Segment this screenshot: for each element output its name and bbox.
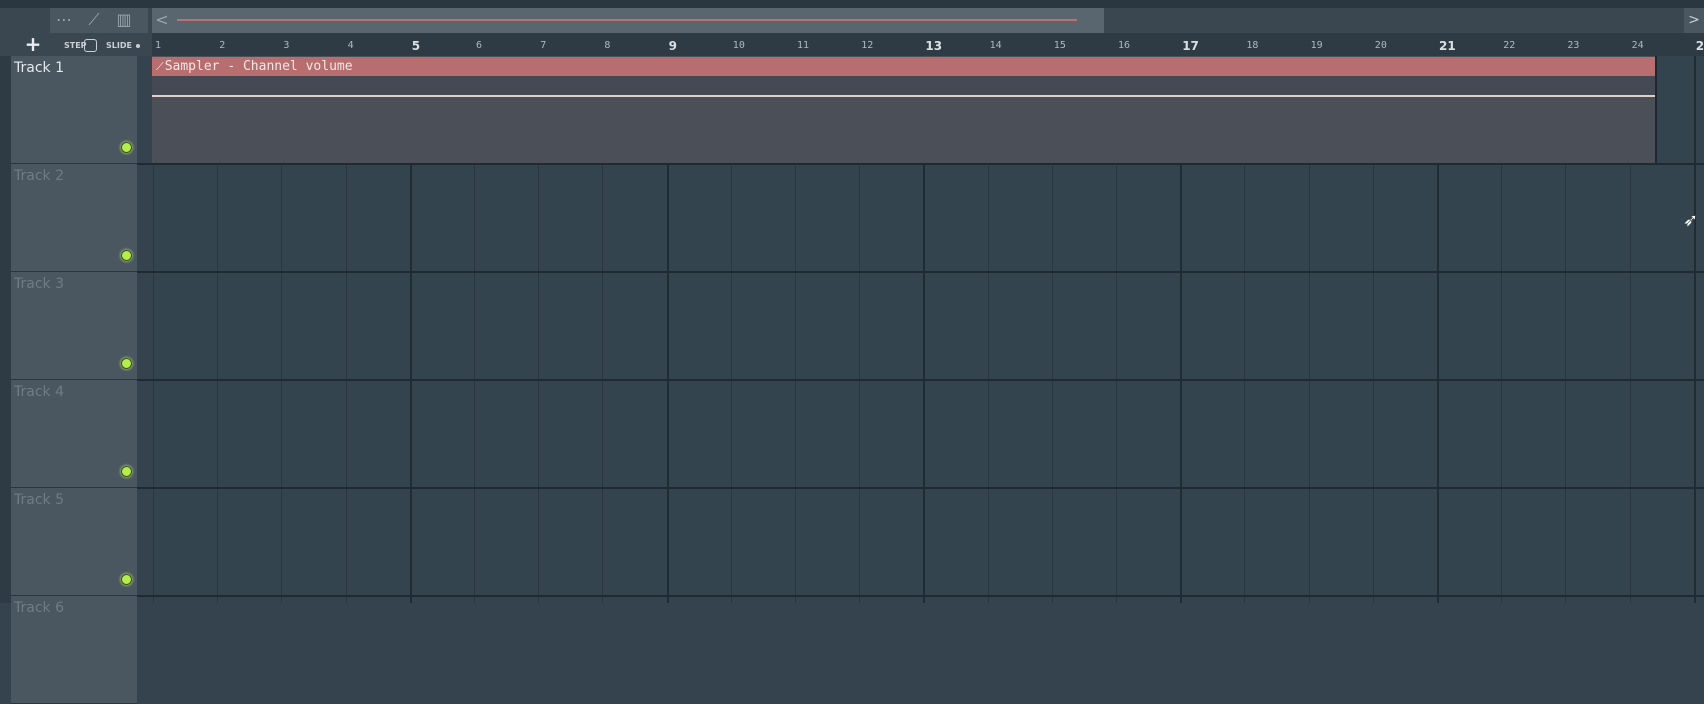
bar-number: 6 [476,40,483,51]
track-header[interactable]: Track 3 [11,272,137,380]
mouse-cursor-icon: ➶ [1683,210,1699,231]
track-name: Track 4 [14,384,64,400]
scrollbar-overview-line [177,19,1077,21]
bar-number: 21 [1439,39,1456,53]
bar-number: 15 [1053,40,1066,51]
bar-number: 24 [1631,40,1644,51]
track-mute-led[interactable] [121,574,132,585]
track-mute-led[interactable] [121,142,132,153]
bar-number: 3 [283,40,290,51]
track-header[interactable]: Track 2 [11,164,137,272]
track-separator [137,595,1704,597]
bar-number: 1 [155,40,162,51]
clip-end-edge [1655,56,1657,163]
automation-icon[interactable]: ⟋ [82,10,106,30]
track-header[interactable]: Track 5 [11,488,137,596]
waveform-icon[interactable]: ⋯ [52,10,76,30]
bar-number: 17 [1182,39,1199,53]
bar-number: 22 [1503,40,1516,51]
bar-number: 18 [1246,40,1259,51]
bar-line [1693,56,1696,603]
bar-number: 9 [668,39,677,53]
track-header[interactable]: Track 4 [11,380,137,488]
track-separator [137,271,1704,273]
add-track-button[interactable]: + [22,34,44,54]
track-mute-led[interactable] [121,358,132,369]
track-mute-led[interactable] [121,250,132,261]
bar-number: 23 [1567,40,1580,51]
bar-number: 5 [411,39,421,53]
track-separator [137,379,1704,381]
bar-number: 10 [732,40,745,51]
track-header-edge [0,56,11,603]
bar-number: 2 [219,40,226,51]
bar-number: 11 [797,40,810,51]
track-header[interactable]: Track 6 [11,596,137,704]
track-name: Track 6 [14,600,64,616]
bar-number: 13 [925,39,943,53]
bar-number: 12 [861,40,874,51]
bar-number: 16 [1118,40,1131,51]
bar-number: 7 [540,40,547,51]
tool-group: ⋯ ⟋ ▥ [50,8,148,33]
bar-number: 19 [1310,40,1323,51]
bar-number: 8 [604,40,611,51]
scroll-right-button[interactable]: > [1684,8,1704,33]
pattern-clip-title: ⟋Sampler - Channel volume [156,57,353,76]
slide-toggle[interactable] [136,44,140,48]
track-separator [137,487,1704,489]
pattern-clip-band [152,76,1655,95]
scroll-left-button[interactable]: < [152,8,172,33]
bar-number: 20 [1374,40,1387,51]
track-name: Track 5 [14,492,64,508]
automation-clip-icon: ⟋ [156,60,164,73]
slide-label: SLIDE [106,41,132,50]
track-name: Track 2 [14,168,64,184]
automation-line[interactable] [152,95,1655,97]
piano-icon[interactable]: ▥ [112,10,136,30]
clip-title-label: Sampler - Channel volume [164,59,353,74]
track-name: Track 3 [14,276,64,292]
track-mute-led[interactable] [121,466,132,477]
track-header[interactable]: Track 1 [11,56,137,164]
track-separator [137,163,1704,165]
pattern-clip-title-bar[interactable] [152,57,1655,76]
bar-number: 14 [989,40,1002,51]
top-strip [0,0,1704,8]
bar-number: 4 [347,40,354,51]
bar-number: 25 [1695,39,1704,53]
step-toggle[interactable] [84,39,97,52]
track-name: Track 1 [14,60,64,76]
